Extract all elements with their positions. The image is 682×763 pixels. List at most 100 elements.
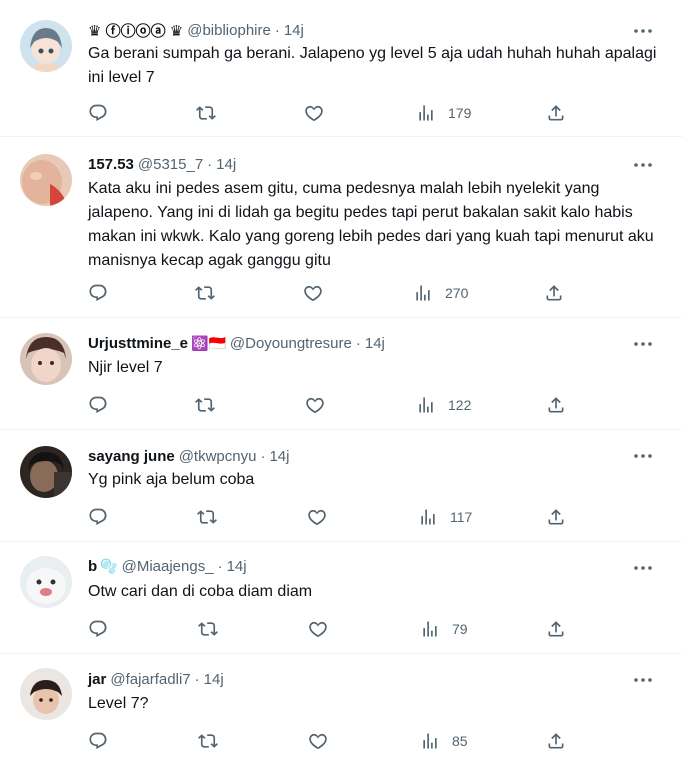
retweet-button[interactable]: [197, 506, 217, 528]
more-icon[interactable]: [634, 559, 652, 577]
action-bar: 270: [88, 282, 568, 304]
username[interactable]: @Miaajengs_: [122, 558, 214, 575]
username[interactable]: @tkwpcnyu: [179, 448, 257, 465]
action-bar: 79: [88, 618, 568, 640]
like-icon: [306, 397, 324, 414]
retweet-button[interactable]: [195, 282, 215, 304]
display-name[interactable]: Urjusttmine_e: [88, 335, 188, 352]
action-bar: 122: [88, 394, 568, 416]
tweet-header: b 🫧 @Miaajengs_ · 14j: [88, 555, 247, 577]
views-icon: [423, 733, 437, 749]
username[interactable]: @5315_7: [138, 156, 203, 173]
reply-button[interactable]: [88, 730, 108, 752]
separator-dot: ·: [274, 21, 280, 39]
retweet-icon: [197, 510, 217, 524]
reply-icon: [89, 620, 107, 638]
action-bar: 117: [88, 506, 568, 528]
username[interactable]: @Doyoungtresure: [230, 335, 352, 352]
share-icon: [548, 621, 564, 637]
share-button[interactable]: [546, 394, 566, 416]
avatar[interactable]: [20, 154, 72, 206]
timestamp[interactable]: 14j: [284, 22, 304, 39]
like-button[interactable]: [307, 506, 327, 528]
retweet-icon: [196, 106, 216, 120]
retweet-button[interactable]: [198, 730, 218, 752]
tweet-text: Kata aku ini pedes asem gitu, cuma pedes…: [88, 180, 654, 269]
like-icon: [309, 621, 327, 638]
tweet-header: Urjusttmine_e ⚛️🇮🇩 @Doyoungtresure · 14j: [88, 332, 385, 354]
tweet[interactable]: sayang june @tkwpcnyu · 14j Yg pink aja …: [0, 430, 682, 542]
timestamp[interactable]: 14j: [216, 156, 236, 173]
reply-button[interactable]: [88, 506, 108, 528]
views-button[interactable]: 122: [416, 394, 471, 416]
more-icon[interactable]: [634, 671, 652, 689]
share-icon: [548, 509, 564, 525]
separator-dot: ·: [355, 334, 361, 352]
avatar[interactable]: [20, 556, 72, 608]
views-icon: [423, 621, 437, 637]
tweet[interactable]: ♛ ⓕⓘⓞⓐ ♛ @bibliophire · 14j Ga berani su…: [0, 0, 682, 137]
share-button[interactable]: [546, 506, 566, 528]
reply-button[interactable]: [88, 102, 108, 124]
share-button[interactable]: [546, 102, 566, 124]
tweet-header: jar @fajarfadli7 · 14j: [88, 668, 224, 690]
views-button[interactable]: 79: [420, 618, 468, 640]
tweet[interactable]: Urjusttmine_e ⚛️🇮🇩 @Doyoungtresure · 14j…: [0, 318, 682, 430]
tweet-header: sayang june @tkwpcnyu · 14j: [88, 445, 290, 467]
avatar[interactable]: [20, 20, 72, 72]
views-button[interactable]: 270: [413, 282, 468, 304]
like-button[interactable]: [308, 618, 328, 640]
separator-dot: ·: [260, 447, 266, 465]
retweet-button[interactable]: [196, 102, 216, 124]
reply-icon: [89, 732, 107, 750]
share-button[interactable]: [544, 282, 564, 304]
separator-dot: ·: [217, 557, 223, 575]
avatar[interactable]: [20, 446, 72, 498]
like-button[interactable]: [305, 394, 325, 416]
views-button[interactable]: 179: [416, 102, 471, 124]
views-button[interactable]: 117: [418, 506, 472, 528]
more-icon[interactable]: [634, 22, 652, 40]
views-button[interactable]: 85: [420, 730, 468, 752]
views-count: 85: [452, 733, 468, 749]
timestamp[interactable]: 14j: [227, 558, 247, 575]
reply-button[interactable]: [88, 282, 108, 304]
tweet-text: Ga berani sumpah ga berani. Jalapeno yg …: [88, 45, 657, 86]
more-icon[interactable]: [634, 156, 652, 174]
display-name[interactable]: 157.53: [88, 156, 134, 173]
views-count: 270: [445, 285, 469, 301]
views-icon: [419, 397, 433, 413]
avatar[interactable]: [20, 333, 72, 385]
tweet[interactable]: 157.53 @5315_7 · 14j Kata aku ini pedes …: [0, 137, 682, 318]
display-name[interactable]: ♛ ⓕⓘⓞⓐ ♛: [88, 20, 183, 41]
tweet[interactable]: b 🫧 @Miaajengs_ · 14j Otw cari dan di co…: [0, 542, 682, 654]
reply-button[interactable]: [88, 394, 108, 416]
like-button[interactable]: [304, 102, 324, 124]
retweet-button[interactable]: [198, 618, 218, 640]
name-emoji: ⚛️🇮🇩: [191, 334, 226, 351]
reply-icon: [89, 104, 107, 122]
tweet[interactable]: jar @fajarfadli7 · 14j Level 7? 85: [0, 654, 682, 763]
share-button[interactable]: [546, 618, 566, 640]
more-icon[interactable]: [634, 447, 652, 465]
share-icon: [548, 397, 564, 413]
like-button[interactable]: [308, 730, 328, 752]
display-name[interactable]: b: [88, 558, 97, 575]
like-button[interactable]: [303, 282, 323, 304]
avatar[interactable]: [20, 668, 72, 720]
share-button[interactable]: [546, 730, 566, 752]
tweet-text: Njir level 7: [88, 359, 163, 376]
timestamp[interactable]: 14j: [365, 335, 385, 352]
timestamp[interactable]: 14j: [269, 448, 289, 465]
views-count: 122: [448, 397, 472, 413]
display-name[interactable]: sayang june: [88, 448, 175, 465]
display-name[interactable]: jar: [88, 671, 106, 688]
reply-button[interactable]: [88, 618, 108, 640]
username[interactable]: @fajarfadli7: [110, 671, 190, 688]
reply-icon: [89, 508, 107, 526]
more-icon[interactable]: [634, 335, 652, 353]
timestamp[interactable]: 14j: [204, 671, 224, 688]
retweet-button[interactable]: [195, 394, 215, 416]
separator-dot: ·: [207, 155, 213, 173]
username[interactable]: @bibliophire: [187, 22, 271, 39]
